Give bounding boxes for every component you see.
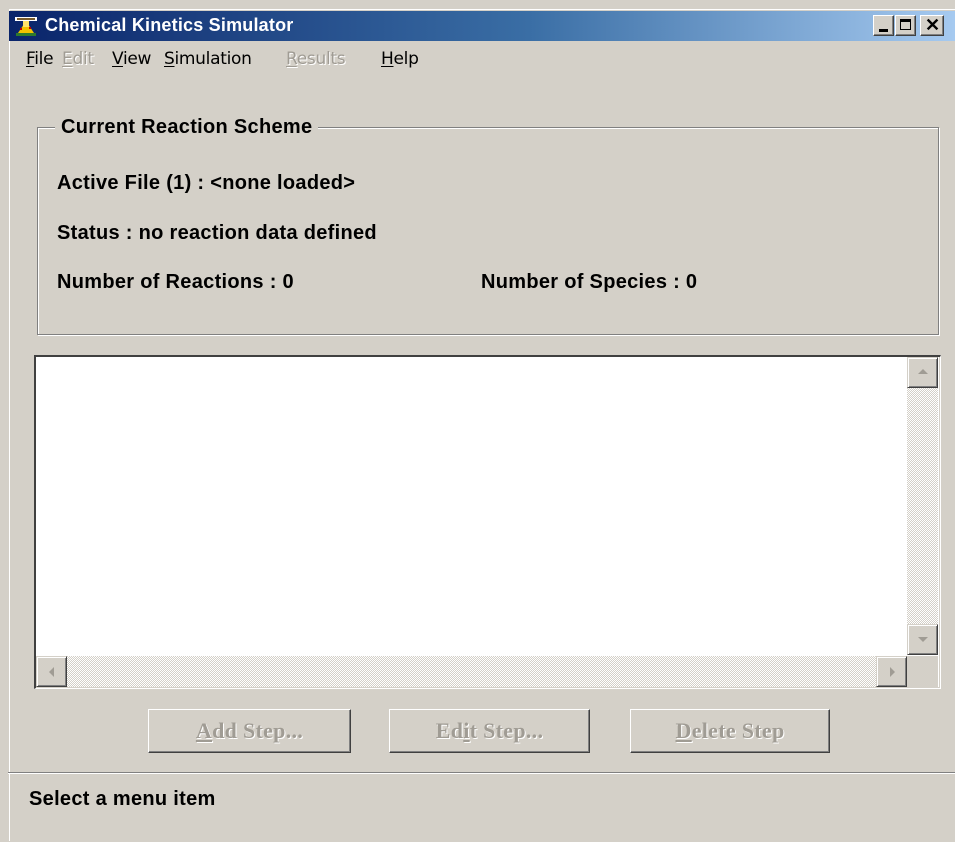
edit-step-label: t Step... bbox=[469, 718, 544, 743]
scroll-down-button[interactable] bbox=[907, 624, 938, 655]
minimize-icon bbox=[879, 29, 888, 32]
close-icon: ✕ bbox=[925, 15, 941, 35]
menu-file-mnemonic: F bbox=[26, 49, 35, 69]
minimize-button[interactable] bbox=[873, 15, 894, 36]
species-count-label: Number of Species : 0 bbox=[481, 271, 698, 293]
reaction-count-label: Number of Reactions : 0 bbox=[57, 271, 294, 293]
scroll-up-button[interactable] bbox=[907, 357, 938, 388]
maximize-button[interactable] bbox=[895, 15, 916, 36]
menu-help-mnemonic: H bbox=[381, 49, 394, 69]
menu-help[interactable]: Help bbox=[381, 49, 419, 69]
add-step-mnemonic: A bbox=[195, 718, 213, 743]
menu-simulation[interactable]: Simulation bbox=[164, 49, 252, 69]
scroll-left-button[interactable] bbox=[36, 656, 67, 687]
app-icon bbox=[15, 17, 37, 36]
edit-step-label-pre: Ed bbox=[435, 718, 464, 743]
menu-results[interactable]: Results bbox=[286, 49, 346, 69]
menu-edit-label: dit bbox=[72, 49, 94, 69]
menu-edit-mnemonic: E bbox=[62, 49, 73, 69]
horizontal-scrollbar[interactable] bbox=[36, 656, 907, 687]
arrow-down-icon bbox=[918, 637, 928, 642]
menu-help-label: elp bbox=[393, 49, 419, 69]
status-label: Status : no reaction data defined bbox=[57, 222, 377, 244]
arrow-left-icon bbox=[49, 667, 54, 677]
menu-file-label: ile bbox=[34, 49, 54, 69]
scrollbar-corner bbox=[907, 656, 938, 687]
reaction-scheme-legend: Current Reaction Scheme bbox=[55, 116, 319, 139]
menu-bar: File Edit View Simulation Results Help bbox=[9, 43, 955, 75]
menu-results-mnemonic: R bbox=[286, 49, 297, 69]
menu-view-mnemonic: V bbox=[112, 49, 123, 69]
maximize-icon bbox=[900, 19, 911, 30]
close-button[interactable]: ✕ bbox=[920, 15, 944, 36]
reaction-steps-list[interactable] bbox=[34, 355, 941, 689]
delete-step-button[interactable]: Delete Step bbox=[630, 709, 830, 753]
scroll-right-button[interactable] bbox=[876, 656, 907, 687]
add-step-label: dd Step... bbox=[212, 718, 304, 743]
menu-simulation-label: imulation bbox=[174, 49, 252, 69]
delete-step-mnemonic: D bbox=[675, 718, 692, 743]
arrow-right-icon bbox=[890, 667, 895, 677]
status-bar-text: Select a menu item bbox=[29, 788, 216, 810]
add-step-button[interactable]: Add Step... bbox=[148, 709, 351, 753]
arrow-up-icon bbox=[918, 369, 928, 374]
menu-edit[interactable]: Edit bbox=[62, 49, 94, 69]
edit-step-button[interactable]: Ed i t Step... bbox=[389, 709, 590, 753]
menu-results-label: esults bbox=[296, 49, 346, 69]
title-bar[interactable]: Chemical Kinetics Simulator ✕ bbox=[9, 11, 955, 41]
delete-step-label: elete Step bbox=[691, 718, 785, 743]
window-title: Chemical Kinetics Simulator bbox=[45, 15, 294, 35]
menu-simulation-mnemonic: S bbox=[164, 49, 175, 69]
vertical-scrollbar[interactable] bbox=[907, 357, 938, 655]
active-file-label: Active File (1) : <none loaded> bbox=[57, 172, 356, 194]
menu-file[interactable]: File bbox=[26, 49, 54, 69]
menu-view-label: iew bbox=[122, 49, 152, 69]
menu-view[interactable]: View bbox=[112, 49, 151, 69]
